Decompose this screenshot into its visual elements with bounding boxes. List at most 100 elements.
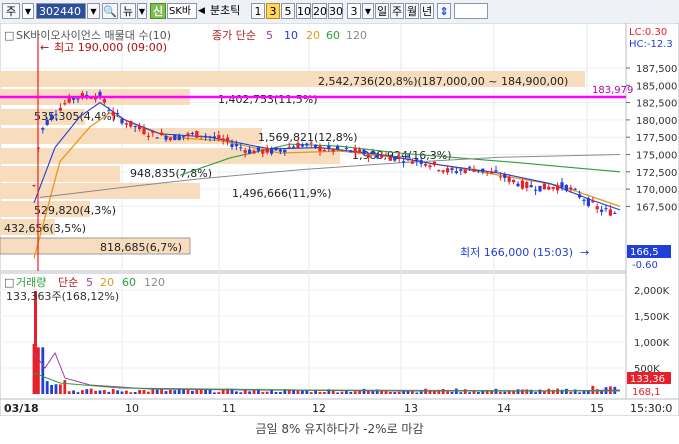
volume-bar <box>516 389 520 394</box>
time-label: 12 <box>312 402 326 415</box>
tab-month[interactable]: 월 <box>405 3 419 19</box>
volume-bar <box>94 390 97 394</box>
candle-body <box>507 176 511 182</box>
ma10-legend: 10 <box>284 29 298 42</box>
candle-body <box>490 171 494 174</box>
period-10-button[interactable]: 10 <box>296 3 311 19</box>
candle-body <box>366 154 370 158</box>
volume-bar <box>415 392 419 394</box>
volume-bar <box>67 391 71 394</box>
candle-body <box>402 161 406 163</box>
candle-body <box>278 149 282 152</box>
candle-body <box>54 114 58 116</box>
period-3-button[interactable]: 3 <box>266 3 280 19</box>
news-label: 뉴 <box>122 5 134 18</box>
chart-toolbar: 주 ▼ 302440 ▼ 🔍 뉴 ▼ 신 SK바 ◀ 분초틱 1 3 5 10 … <box>0 0 679 24</box>
candle-body <box>300 144 304 147</box>
candle-body <box>446 168 450 173</box>
candle-body <box>406 156 410 158</box>
tab-year[interactable]: 년 <box>420 3 434 19</box>
volume-bar <box>397 391 401 394</box>
code-dropdown-chevron-icon[interactable]: ▼ <box>87 3 100 19</box>
candle-body <box>318 146 322 152</box>
low-arrow-icon: → <box>580 246 589 259</box>
blank-input[interactable] <box>454 3 488 19</box>
period-5-button[interactable]: 5 <box>281 3 295 19</box>
stock-code-input[interactable]: 302440 <box>36 3 86 19</box>
volume-spike-bar <box>34 291 37 394</box>
candle-body <box>76 98 80 100</box>
low-note: 최저 166,000 (15:03) <box>460 246 573 259</box>
market-dropdown-chevron-icon[interactable]: ▼ <box>22 3 34 19</box>
chart-canvas[interactable]: 2,542,736(20,8%)(187,000,00 ~ 184,900,00… <box>0 23 679 416</box>
candle-body <box>353 148 357 153</box>
candle-body <box>525 182 529 188</box>
market-select[interactable]: 주 <box>2 3 20 19</box>
candle-body <box>41 128 45 130</box>
candle-body <box>226 137 230 142</box>
unit-dropdown-chevron-icon[interactable]: ▼ <box>362 3 374 19</box>
volume-bar <box>336 392 339 394</box>
sort-updown-icon[interactable]: ⇕ <box>437 3 451 19</box>
volume-bar <box>384 391 388 394</box>
search-icon[interactable]: 🔍 <box>102 3 118 19</box>
volume-bar <box>565 388 568 394</box>
tab-week[interactable]: 주 <box>390 3 404 19</box>
candle-body <box>472 168 476 172</box>
price-tick-label: 182,500 <box>636 99 677 110</box>
candle-body <box>252 150 256 154</box>
candle-body <box>124 123 128 125</box>
period-1-button[interactable]: 1 <box>251 3 265 19</box>
time-axis-panel <box>0 398 679 416</box>
period-30-button[interactable]: 30 <box>328 3 343 19</box>
volume-profile-label: 1,402,753(11,5%) <box>218 93 318 106</box>
volume-bar <box>81 390 84 394</box>
volume-bar <box>37 347 40 394</box>
volume-bar <box>164 391 168 394</box>
candle-body <box>314 144 318 148</box>
period-20-button[interactable]: 20 <box>312 3 327 19</box>
candle-body <box>384 154 388 156</box>
volume-bar <box>459 392 463 394</box>
credit-button[interactable]: 신 <box>150 3 166 19</box>
candle-body <box>578 194 582 198</box>
market-label: 주 <box>5 5 17 18</box>
volume-ma-label: 단순 <box>58 276 78 289</box>
time-label: 13 <box>404 402 418 415</box>
volume-bar <box>120 391 124 394</box>
volume-bar <box>160 389 163 394</box>
period-type-label[interactable]: 분초틱 <box>210 3 250 19</box>
candle-body <box>454 171 458 173</box>
tab-day[interactable]: 일 <box>375 3 389 19</box>
volume-bar <box>261 392 265 394</box>
ma60-legend: 60 <box>326 29 340 42</box>
candle-body <box>362 149 366 155</box>
volume-bar <box>248 391 251 394</box>
current-price-label: 166,5 <box>630 247 659 258</box>
candle-body <box>336 146 340 150</box>
candle-body <box>155 137 159 139</box>
candle-body <box>331 148 335 152</box>
news-button[interactable]: 뉴 <box>120 3 136 19</box>
candle-body <box>221 138 225 141</box>
price-tick-label: 177,500 <box>636 133 677 144</box>
period-prev-icon[interactable]: ◀ <box>198 3 210 19</box>
candle-body <box>397 156 401 159</box>
candle-body <box>608 209 612 216</box>
candle-body <box>217 135 221 140</box>
volume-bar <box>543 391 546 394</box>
unit-input[interactable]: 3 <box>347 3 361 19</box>
candle-body <box>204 135 208 137</box>
ma5-legend: 5 <box>266 29 273 42</box>
volume-profile-bar <box>0 166 120 182</box>
candle-body <box>309 142 313 144</box>
volume-bar <box>155 389 159 394</box>
candle-body <box>151 131 155 133</box>
candle-body <box>274 147 278 151</box>
candle-body <box>186 133 190 136</box>
news-chevron-icon[interactable]: ▼ <box>137 3 147 19</box>
volume-bar <box>389 392 392 394</box>
volume-bar <box>204 389 207 394</box>
time-label: 14 <box>497 402 511 415</box>
volume-bar <box>353 391 357 394</box>
